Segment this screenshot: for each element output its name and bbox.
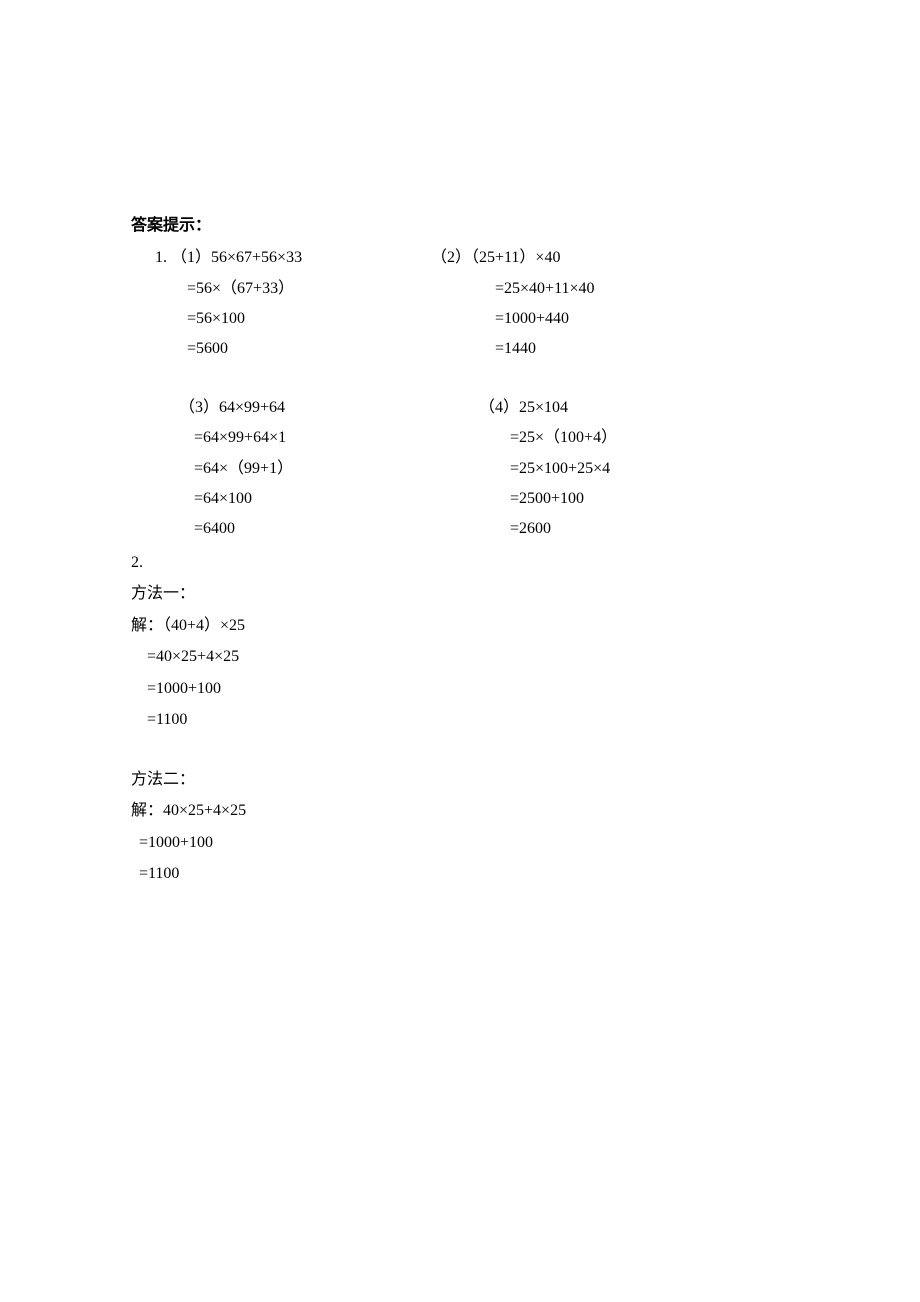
q2-m1-line1: =40×25+4×25 — [131, 641, 920, 673]
q1-part1-row1: 1. （1）56×67+56×33 （2）（25+11）×40 — [131, 243, 920, 273]
q1-p2-right-2: =25×100+25×4 — [510, 460, 610, 477]
q2-m1-line0: 解：（40+4）×25 — [131, 610, 920, 642]
q2-m2-line1: =1000+100 — [131, 827, 920, 859]
q1-p2-left-1: =64×99+64×1 — [194, 429, 286, 446]
gap2 — [131, 736, 920, 764]
q2-m1-line3: =1100 — [131, 704, 920, 736]
q1-p1-left-2: =56×100 — [187, 310, 245, 327]
q2-label: 2. — [131, 547, 920, 579]
q1-p1-left-1: =56×（67+33） — [187, 280, 294, 297]
q1-p2-left-0: （3）64×99+64 — [179, 399, 285, 416]
q1-p1-left-0: （1）56×67+56×33 — [171, 249, 302, 266]
q2-m2-title: 方法二： — [131, 764, 920, 796]
page: 答案提示： 1. （1）56×67+56×33 （2）（25+11）×40 =5… — [0, 0, 920, 1302]
q1-p2-left-4: =6400 — [194, 520, 235, 537]
gap1 — [131, 365, 920, 393]
q2-m2-line2: =1100 — [131, 858, 920, 890]
q1-p2-right-4: =2600 — [510, 520, 551, 537]
q1-p2-right-0: （4）25×104 — [479, 399, 568, 416]
q1-p2-right-3: =2500+100 — [510, 490, 584, 507]
q2-m1-line2: =1000+100 — [131, 673, 920, 705]
q1-label: 1. — [131, 249, 167, 266]
q1-part2-row3: =64×（99+1） =25×100+25×4 — [131, 454, 920, 484]
q2-m1-title: 方法一： — [131, 578, 920, 610]
q1-part1-row4: =5600 =1440 — [131, 334, 920, 364]
q1-p2-left-2: =64×（99+1） — [194, 460, 293, 477]
q1-p1-right-1: =25×40+11×40 — [487, 280, 595, 297]
q1-part2-row1: （3）64×99+64 （4）25×104 — [131, 393, 920, 423]
q1-part2-row4: =64×100 =2500+100 — [131, 484, 920, 514]
q1-p2-left-3: =64×100 — [194, 490, 252, 507]
q1-p1-right-2: =1000+440 — [487, 310, 569, 327]
q2-section: 2. 方法一： 解：（40+4）×25 =40×25+4×25 =1000+10… — [131, 547, 920, 890]
q1-part1-row2: =56×（67+33） =25×40+11×40 — [131, 274, 920, 304]
answer-hint-heading: 答案提示： — [131, 210, 920, 241]
q1-p1-right-0: （2）（25+11）×40 — [431, 249, 560, 266]
q1-part2-row2: =64×99+64×1 =25×（100+4） — [131, 423, 920, 453]
q2-m2-line0: 解：40×25+4×25 — [131, 795, 920, 827]
q1-p2-right-1: =25×（100+4） — [510, 429, 617, 446]
q1-part2-row5: =6400 =2600 — [131, 514, 920, 544]
q1-p1-right-3: =1440 — [487, 340, 536, 357]
q1-p1-left-3: =5600 — [187, 340, 228, 357]
q1-part1-row3: =56×100 =1000+440 — [131, 304, 920, 334]
